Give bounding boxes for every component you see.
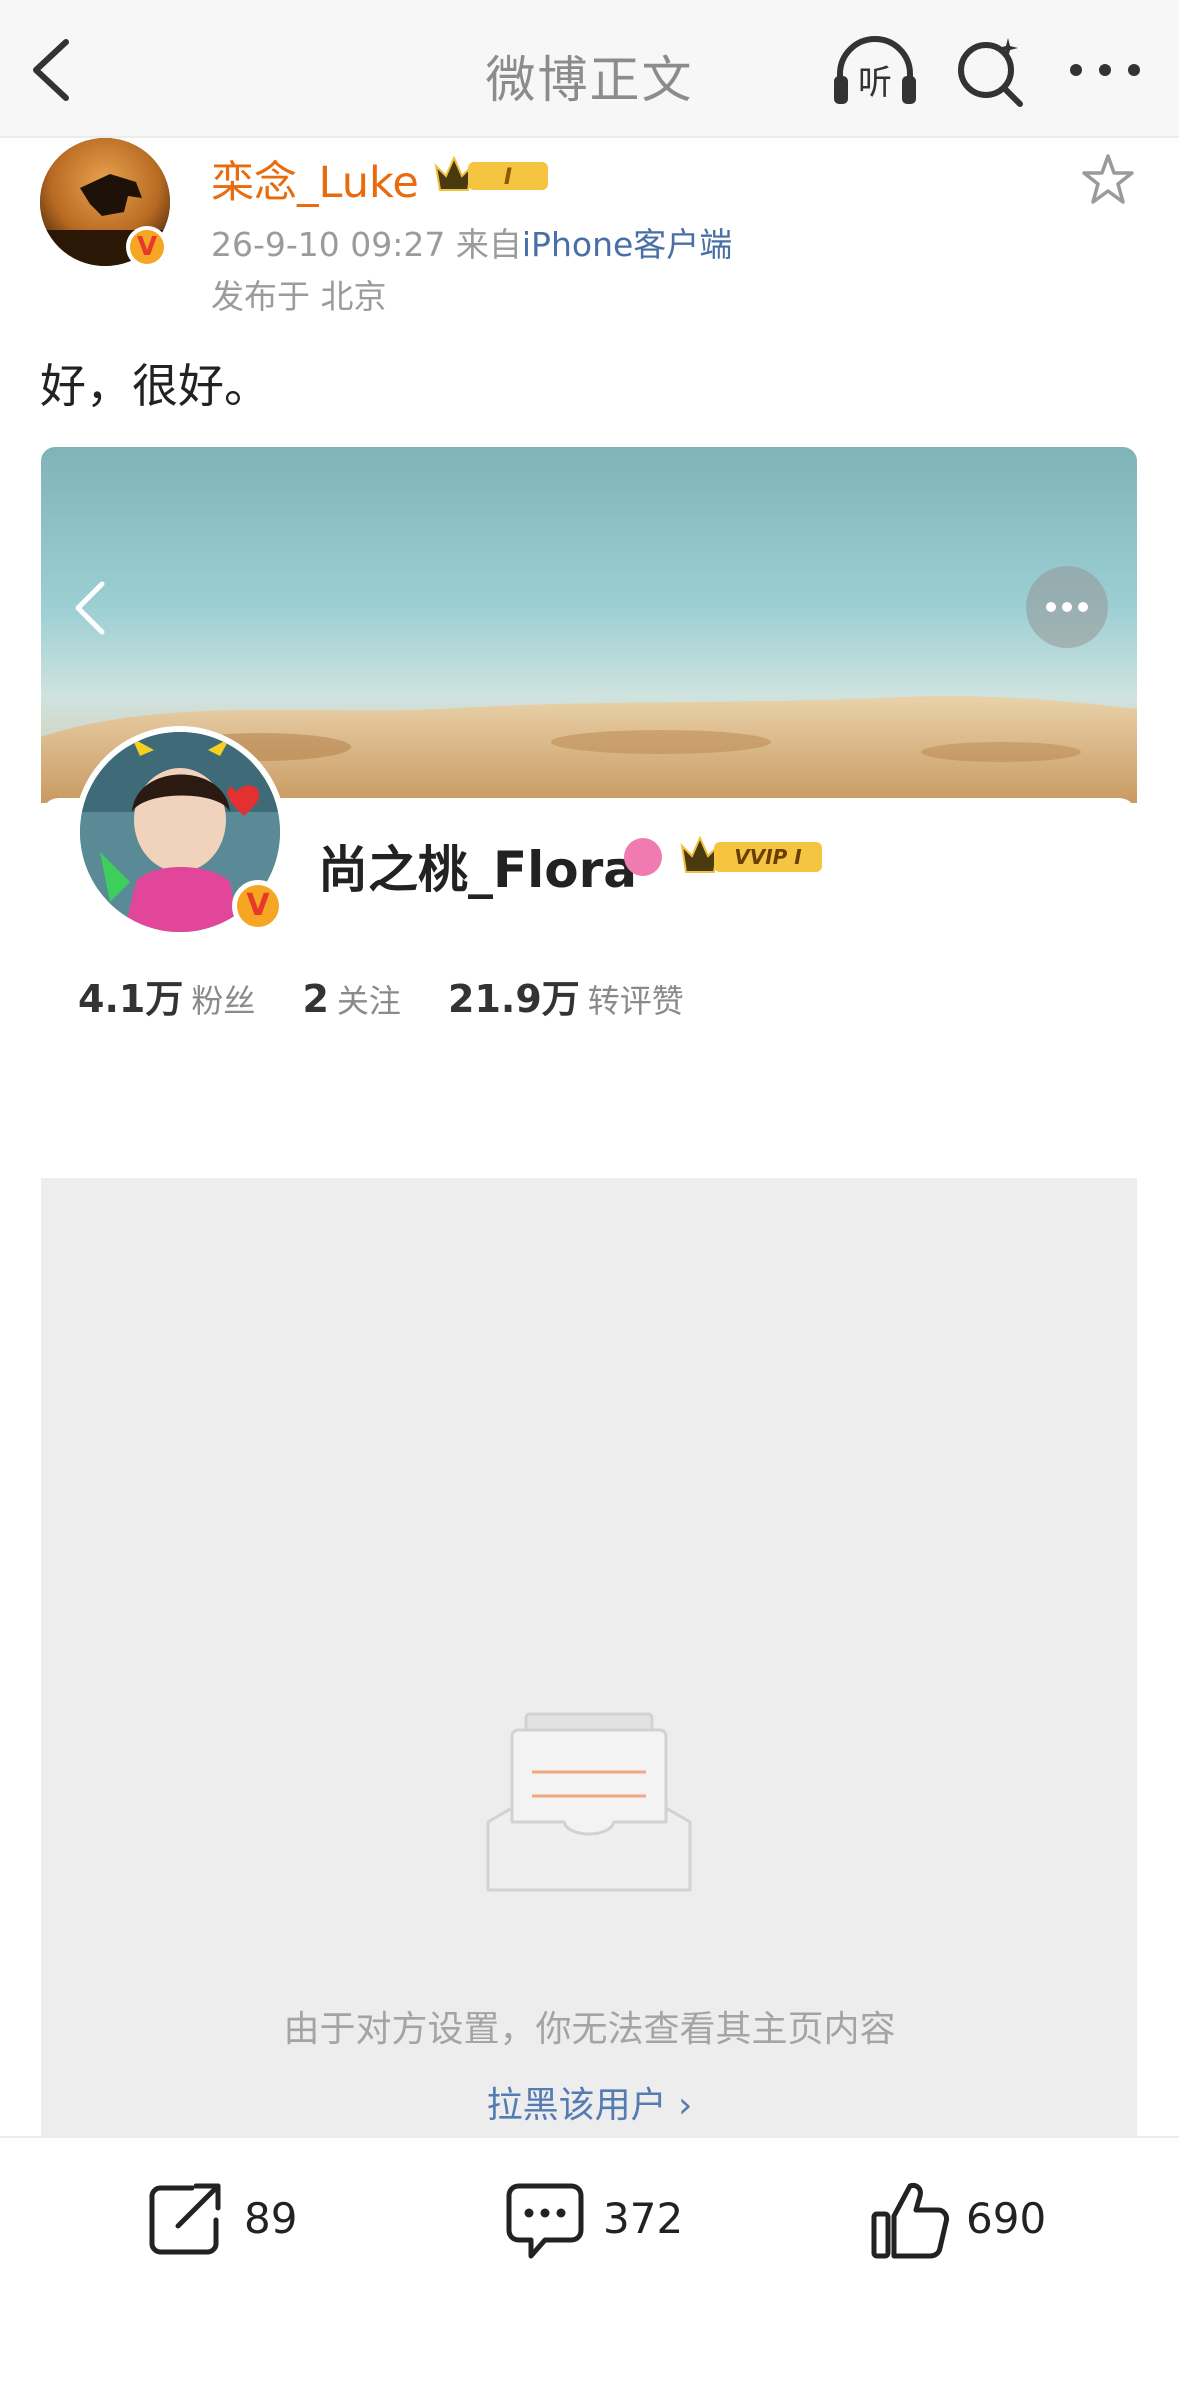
stat-label: 粉丝 — [191, 982, 256, 1020]
profile-verified-badge: V — [232, 880, 284, 932]
post-time: 26-9-10 09:27 — [211, 225, 446, 264]
like-count: 690 — [966, 2194, 1047, 2243]
stat-label: 转评赞 — [587, 982, 684, 1020]
source-client[interactable]: iPhone客户端 — [522, 225, 732, 264]
top-nav-bar: 微博正文 听 — [0, 0, 1179, 138]
profile-pink-badge-icon — [624, 838, 662, 876]
comment-count: 372 — [603, 2194, 684, 2243]
stat-interactions: 21.9万 转评赞 — [448, 968, 684, 1023]
like-button[interactable]: 690 — [870, 2180, 1050, 2260]
vip-level-label: I — [504, 165, 512, 190]
comment-icon — [506, 2183, 584, 2259]
vvip-crown-badge: VVIP I — [680, 835, 822, 873]
restricted-message: 由于对方设置，你无法查看其主页内容 — [283, 2009, 896, 2050]
search-icon[interactable] — [950, 34, 1030, 110]
repost-button[interactable]: 89 — [148, 2180, 308, 2260]
post-text: 好，很好。 — [40, 359, 270, 413]
bottom-action-bar — [0, 2136, 1179, 2402]
block-user-link: 拉黑该用户 › — [486, 2085, 693, 2126]
empty-inbox-icon — [486, 1712, 692, 1892]
post-meta: 26-9-10 09:27 来自iPhone客户端 — [211, 218, 732, 266]
stat-value: 4.1万 — [78, 977, 184, 1021]
profile-stats: 4.1万 粉丝 2 关注 21.9万 转评赞 — [78, 968, 726, 1023]
more-options-icon[interactable] — [1064, 40, 1146, 100]
repost-count: 89 — [244, 2194, 298, 2243]
stat-value: 2 — [302, 977, 329, 1021]
listen-label: 听 — [858, 63, 892, 103]
vip-crown-badge: I — [434, 155, 548, 191]
vvip-label: VVIP I — [734, 845, 802, 869]
listen-headphones-icon[interactable]: 听 — [830, 30, 920, 110]
thumbs-up-icon — [871, 2183, 949, 2259]
stat-label: 关注 — [336, 982, 401, 1020]
embed-back-arrow-icon — [75, 581, 105, 635]
stat-following: 2 关注 — [302, 976, 400, 1022]
embed-more-icon — [1026, 566, 1108, 648]
post-location: 发布于 北京 — [211, 277, 387, 316]
verified-badge: V — [126, 226, 168, 268]
weibo-post-page: 微博正文 听 V 栾念_Luke I 26-9-10 09:27 来自iPhon… — [0, 0, 1179, 2402]
profile-name: 尚之桃_Flora — [318, 841, 638, 899]
stat-followers: 4.1万 粉丝 — [78, 968, 255, 1023]
source-prefix: 来自 — [455, 225, 522, 264]
stat-value: 21.9万 — [448, 977, 580, 1021]
favorite-star-icon[interactable] — [1080, 152, 1136, 208]
repost-icon — [149, 2183, 221, 2255]
comment-button[interactable]: 372 — [505, 2180, 685, 2260]
author-name[interactable]: 栾念_Luke — [211, 148, 419, 210]
restricted-content-area — [41, 1178, 1137, 2138]
